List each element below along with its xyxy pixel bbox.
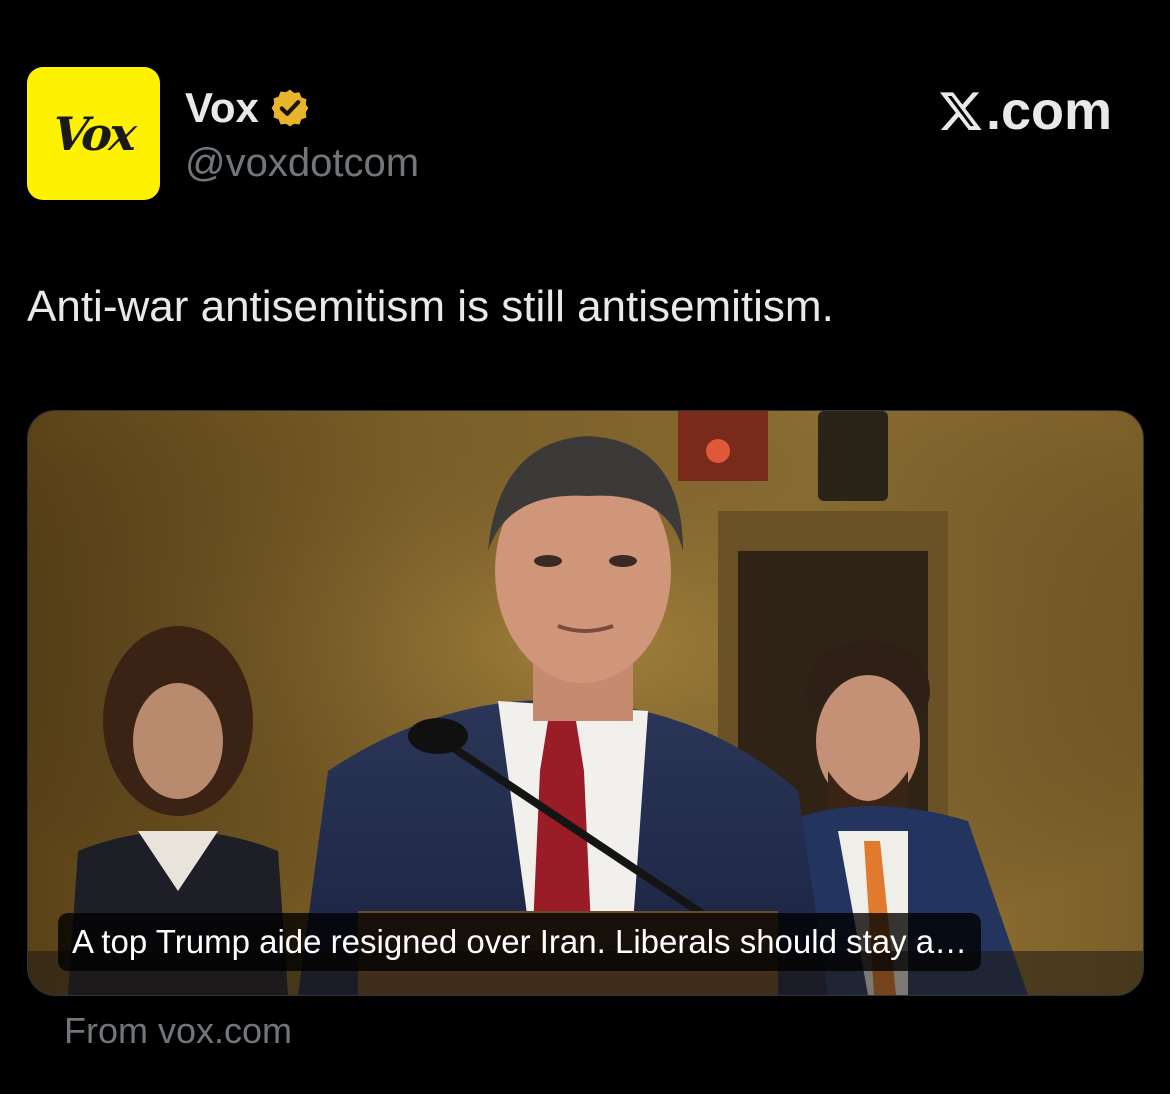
article-photo (28, 411, 1143, 995)
link-preview-card[interactable]: A top Trump aide resigned over Iran. Lib… (27, 410, 1144, 996)
vox-logo: Vox (51, 106, 136, 161)
tweet-text: Anti-war antisemitism is still antisemit… (27, 282, 834, 331)
brand-label: .com (985, 81, 1112, 141)
card-source[interactable]: From vox.com (64, 1010, 292, 1052)
verified-badge-icon (271, 89, 309, 127)
x-com-brand: .com (938, 80, 1112, 142)
account-name-row: Vox (185, 84, 311, 132)
card-caption: A top Trump aide resigned over Iran. Lib… (58, 913, 982, 971)
account-name[interactable]: Vox (185, 84, 259, 132)
account-handle[interactable]: @voxdotcom (185, 140, 419, 186)
x-logo-icon (939, 92, 982, 130)
account-avatar[interactable]: Vox (27, 67, 160, 200)
